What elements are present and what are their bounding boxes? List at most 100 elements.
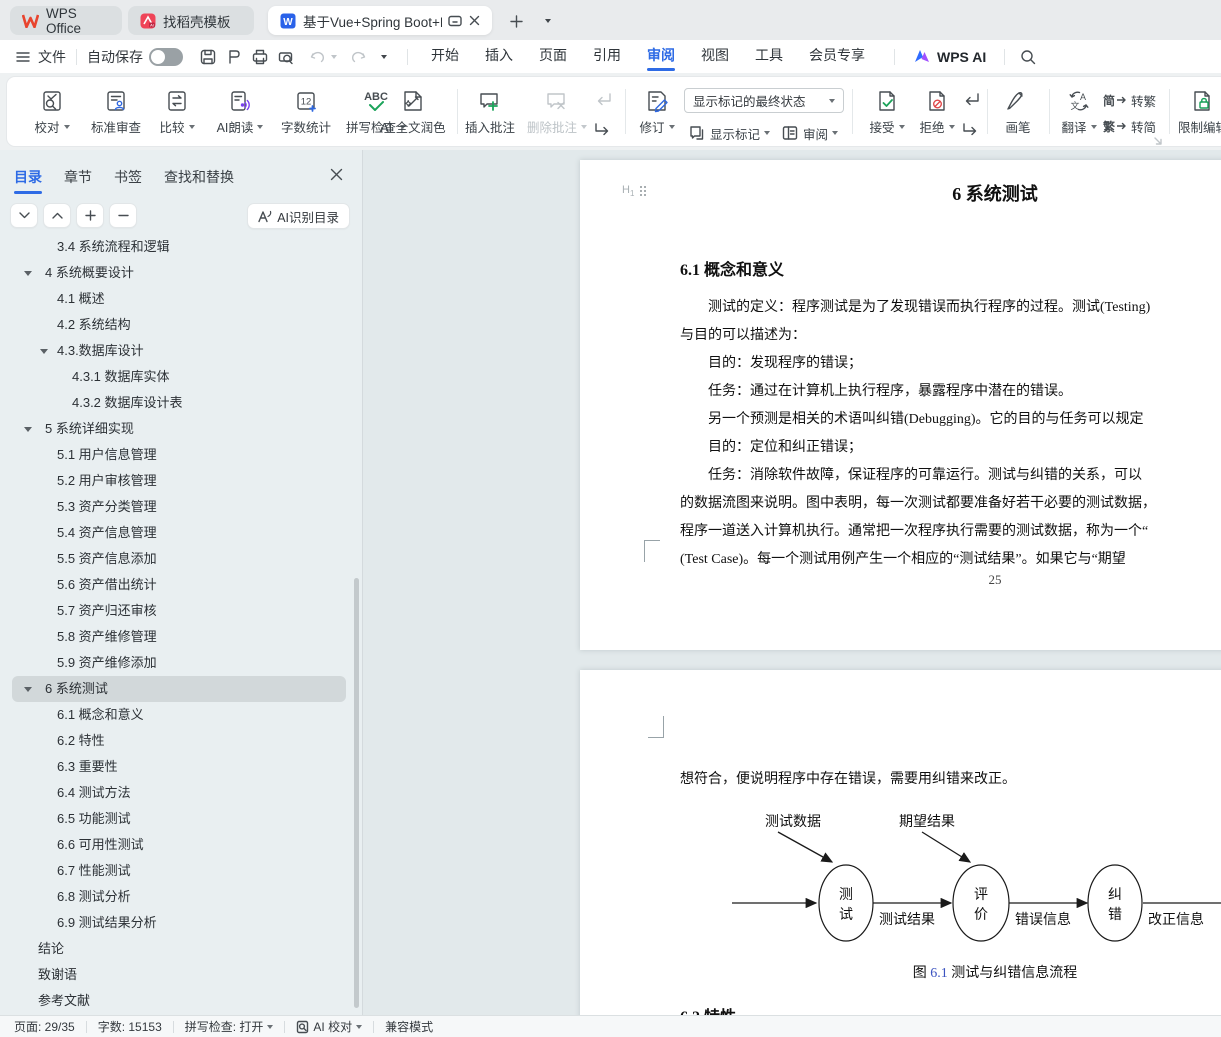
toc-item[interactable]: 5.2 用户审核管理 <box>0 468 356 494</box>
tab-docer-templates[interactable]: AI 找稻壳模板 <box>128 6 254 35</box>
menu-tab[interactable]: 开始 <box>418 40 472 73</box>
compatibility-mode-indicator[interactable]: 兼容模式 <box>385 1018 433 1035</box>
print-icon[interactable] <box>247 45 273 69</box>
document-page-2[interactable]: 想符合，便说明程序中存在错误，需要用纠错来改正。 测试数据 期望结果 测 试 评… <box>580 670 1221 1015</box>
file-menu[interactable]: 文件 <box>38 47 66 67</box>
toc-item[interactable]: 4.3.数据库设计 <box>0 338 356 364</box>
sidebar-tab[interactable]: 章节 <box>64 167 92 187</box>
sidebar-tab[interactable]: 书签 <box>114 167 142 187</box>
translate-button[interactable]: A文 翻译 <box>1055 85 1103 143</box>
ink-pen-button[interactable]: 画笔 <box>995 85 1041 143</box>
toc-item[interactable]: 结论 <box>0 936 356 962</box>
toc-item[interactable]: 6.3 重要性 <box>0 754 356 780</box>
sidebar-scrollbar-thumb[interactable] <box>354 578 359 1008</box>
next-comment-button[interactable] <box>591 117 615 141</box>
toc-expand-arrow-icon[interactable] <box>24 271 32 276</box>
toc-item[interactable]: 4 系统概要设计 <box>0 260 356 286</box>
toc-expand-arrow-icon[interactable] <box>24 687 32 692</box>
toc-item[interactable]: 6.6 可用性测试 <box>0 832 356 858</box>
page-indicator[interactable]: 页面: 29/35 <box>14 1018 75 1035</box>
compare-button[interactable]: 比较 <box>149 85 205 143</box>
document-page-1[interactable]: H1 6 系统测试 6.1 概念和意义 测试的定义：程序测试是为了发现错误而执行… <box>580 160 1221 650</box>
new-tab-button[interactable] <box>504 9 528 33</box>
toc-expand-all-button[interactable] <box>76 203 104 228</box>
menu-tab[interactable]: 审阅 <box>634 40 688 73</box>
toc-item[interactable]: 5.8 资产维修管理 <box>0 624 356 650</box>
toc-expand-arrow-icon[interactable] <box>40 349 48 354</box>
toc-item[interactable]: 5.9 资产维修添加 <box>0 650 356 676</box>
menu-tab[interactable]: 会员专享 <box>796 40 878 73</box>
sidebar-tab[interactable]: 目录 <box>14 167 42 194</box>
toc-item[interactable]: 5.6 资产借出统计 <box>0 572 356 598</box>
toc-item[interactable]: 5.1 用户信息管理 <box>0 442 356 468</box>
show-markup-button[interactable]: 显示标记 <box>689 121 771 145</box>
menu-tab[interactable]: 插入 <box>472 40 526 73</box>
print-preview-icon[interactable] <box>273 45 299 69</box>
menu-tab[interactable]: 工具 <box>742 40 796 73</box>
toc-item[interactable]: 参考文献 <box>0 988 356 1014</box>
document-canvas[interactable]: H1 6 系统测试 6.1 概念和意义 测试的定义：程序测试是为了发现错误而执行… <box>363 150 1221 1015</box>
menu-tab[interactable]: 引用 <box>580 40 634 73</box>
toc-item[interactable]: 5 系统详细实现 <box>0 416 356 442</box>
toc-item[interactable]: 6.7 性能测试 <box>0 858 356 884</box>
to-simplified-button[interactable]: 繁 转简 <box>1103 113 1156 139</box>
previous-change-button[interactable] <box>959 87 983 111</box>
toc-item[interactable]: 6.9 测试结果分析 <box>0 910 356 936</box>
proofread-button[interactable]: 校对 <box>21 85 83 143</box>
track-changes-button[interactable]: 修订 <box>633 85 681 143</box>
toc-item[interactable]: 3.4 系统流程和逻辑 <box>0 240 356 260</box>
menu-tab[interactable]: 视图 <box>688 40 742 73</box>
toc-item[interactable]: 4.2 系统结构 <box>0 312 356 338</box>
toc-collapse-all-button[interactable] <box>109 203 137 228</box>
menu-tab[interactable]: 页面 <box>526 40 580 73</box>
ai-read-aloud-button[interactable]: AI朗读 <box>205 85 275 143</box>
toc-item[interactable]: 4.3.2 数据库设计表 <box>0 390 356 416</box>
word-count-button[interactable]: 12 字数统计 <box>275 85 337 143</box>
toc-item[interactable]: 6 系统测试 <box>12 676 346 702</box>
toc-item[interactable]: 5.7 资产归还审核 <box>0 598 356 624</box>
toc-item[interactable]: 6.5 功能测试 <box>0 806 356 832</box>
toc-item[interactable]: 5.4 资产信息管理 <box>0 520 356 546</box>
group-expander-icon[interactable] <box>1153 133 1163 151</box>
search-icon[interactable] <box>1015 45 1041 69</box>
toolbar-more-dropdown-icon[interactable] <box>371 45 397 69</box>
wps-ai-button[interactable]: WPS AI <box>905 49 994 65</box>
toc-scroll-area[interactable]: 3.4 系统流程和逻辑 4 系统概要设计 4.1 概述 4.2 系统结构 4.3… <box>0 240 356 1015</box>
toc-item[interactable]: 6.8 测试分析 <box>0 884 356 910</box>
sidebar-tab[interactable]: 查找和替换 <box>164 167 234 187</box>
tab-document-active[interactable]: W 基于Vue+Spring Boot+MyS <box>268 6 492 35</box>
toc-item[interactable]: 4.1 概述 <box>0 286 356 312</box>
ai-polish-button[interactable]: AI 全文润色 <box>375 85 451 143</box>
toc-item[interactable]: 6.2 特性 <box>0 728 356 754</box>
toc-item[interactable]: 6.1 概念和意义 <box>0 702 356 728</box>
close-tab-icon[interactable] <box>469 15 480 26</box>
ai-proofread-status[interactable]: AI 校对 <box>296 1018 363 1035</box>
save-icon[interactable] <box>195 45 221 69</box>
toc-item[interactable]: 5.5 资产信息添加 <box>0 546 356 572</box>
previous-comment-button[interactable] <box>591 87 615 111</box>
toc-item[interactable]: 5.3 资产分类管理 <box>0 494 356 520</box>
export-pdf-icon[interactable] <box>221 45 247 69</box>
to-traditional-button[interactable]: 简 转繁 <box>1103 87 1156 113</box>
delete-comment-button[interactable]: 删除批注 <box>521 85 593 143</box>
hamburger-menu-icon[interactable] <box>10 45 36 69</box>
undo-icon[interactable] <box>305 45 331 69</box>
share-screen-icon[interactable] <box>448 15 462 27</box>
sidebar-close-icon[interactable] <box>326 164 346 184</box>
accept-change-button[interactable]: 接受 <box>863 85 911 143</box>
redo-icon[interactable] <box>345 45 371 69</box>
toc-item[interactable]: 4.3.1 数据库实体 <box>0 364 356 390</box>
review-pane-button[interactable]: 审阅 <box>782 121 839 145</box>
toc-item[interactable]: 致谢语 <box>0 962 356 988</box>
standard-review-button[interactable]: 标准审查 <box>83 85 149 143</box>
toc-expand-arrow-icon[interactable] <box>24 427 32 432</box>
word-count-indicator[interactable]: 字数: 15153 <box>98 1018 162 1035</box>
toc-item[interactable]: 6.4 测试方法 <box>0 780 356 806</box>
toc-previous-heading-button[interactable] <box>43 203 71 228</box>
insert-comment-button[interactable]: 插入批注 <box>459 85 521 143</box>
spell-check-status[interactable]: 拼写检查: 打开 <box>185 1018 274 1035</box>
autosave-toggle[interactable] <box>149 47 183 66</box>
toc-next-heading-button[interactable] <box>10 203 38 228</box>
restrict-editing-button[interactable]: 限制编辑 <box>1175 85 1221 143</box>
reject-change-button[interactable]: 拒绝 <box>913 85 961 143</box>
